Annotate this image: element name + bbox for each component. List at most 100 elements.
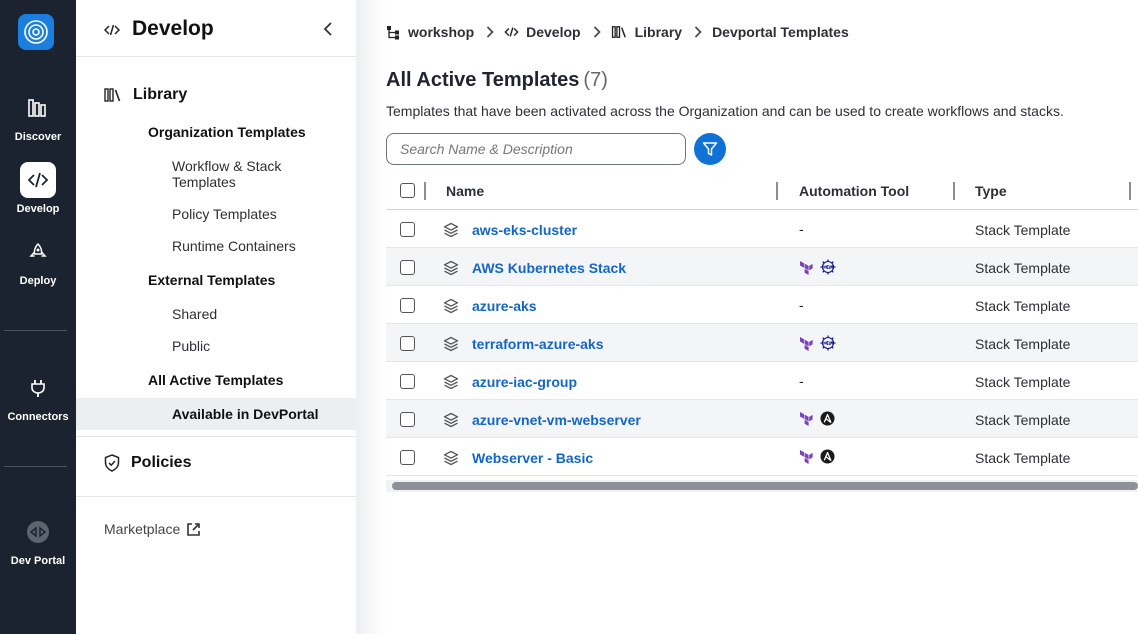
sidebar-item-public[interactable]: Public bbox=[172, 338, 210, 354]
template-name-link[interactable]: Webserver - Basic bbox=[472, 450, 593, 466]
template-name-link[interactable]: aws-eks-cluster bbox=[472, 222, 577, 238]
table-row[interactable]: AWS Kubernetes Stack Stack Template bbox=[386, 248, 1138, 286]
sidebar-group-org-templates[interactable]: Organization Templates bbox=[148, 124, 306, 140]
sidebar-item-policy-templates[interactable]: Policy Templates bbox=[172, 206, 277, 222]
row-checkbox[interactable] bbox=[400, 336, 415, 351]
terraform-icon bbox=[800, 412, 813, 426]
terraform-icon bbox=[800, 450, 813, 464]
table-row[interactable]: azure-vnet-vm-webserver Stack Template bbox=[386, 400, 1138, 438]
layers-icon bbox=[443, 298, 459, 314]
rail-item-discover[interactable]: Discover bbox=[0, 90, 76, 143]
sidebar-item-shared[interactable]: Shared bbox=[172, 306, 217, 322]
filter-icon bbox=[702, 142, 718, 156]
sidebar-section-library[interactable]: Library bbox=[104, 86, 187, 104]
sidebar-divider bbox=[76, 496, 356, 497]
templates-table: Name Automation Tool Type aws-eks-cluste… bbox=[386, 172, 1138, 476]
automation-tool-cell bbox=[799, 259, 843, 275]
marketplace-link[interactable]: Marketplace bbox=[104, 521, 201, 537]
search-input[interactable] bbox=[386, 133, 686, 165]
row-checkbox[interactable] bbox=[400, 298, 415, 313]
sidebar-group-all-active[interactable]: All Active Templates bbox=[148, 372, 283, 388]
template-type-cell: Stack Template bbox=[975, 374, 1071, 390]
breadcrumb-workshop-label: workshop bbox=[408, 24, 475, 40]
helm-icon bbox=[820, 259, 836, 275]
automation-tool-cell: - bbox=[799, 297, 804, 313]
collapse-sidebar-button[interactable] bbox=[320, 20, 336, 38]
library-icon bbox=[104, 88, 121, 102]
table-row[interactable]: azure-aks - Stack Template bbox=[386, 286, 1138, 324]
library-icon bbox=[611, 26, 626, 38]
rail-label-deploy: Deploy bbox=[19, 275, 57, 287]
sidebar-divider bbox=[76, 436, 356, 437]
breadcrumb-develop[interactable]: Develop bbox=[504, 24, 581, 40]
sidebar-group-external-templates[interactable]: External Templates bbox=[148, 272, 275, 288]
sidebar-item-workflow-stack-templates[interactable]: Workflow & Stack Templates bbox=[172, 158, 342, 190]
rail-item-dev-portal[interactable]: Dev Portal bbox=[0, 514, 76, 567]
rail-label-develop: Develop bbox=[16, 203, 60, 215]
code-icon bbox=[27, 172, 49, 188]
column-separator[interactable] bbox=[953, 182, 955, 200]
chevron-right-icon bbox=[593, 26, 601, 38]
row-checkbox[interactable] bbox=[400, 222, 415, 237]
table-body: aws-eks-cluster - Stack Template AWS Kubern… bbox=[386, 210, 1138, 476]
terraform-icon bbox=[800, 260, 813, 275]
sidebar-item-available-in-devportal[interactable]: Available in DevPortal bbox=[172, 406, 319, 422]
table-header: Name Automation Tool Type bbox=[386, 172, 1138, 210]
rail-item-connectors[interactable]: Connectors bbox=[0, 370, 76, 423]
sidebar-section-policies[interactable]: Policies bbox=[104, 454, 191, 472]
chevron-left-icon bbox=[323, 22, 332, 36]
breadcrumb-separator bbox=[486, 26, 494, 38]
app-logo[interactable] bbox=[18, 14, 54, 50]
template-name-link[interactable]: azure-iac-group bbox=[472, 374, 577, 390]
row-checkbox[interactable] bbox=[400, 412, 415, 427]
horizontal-scrollbar[interactable] bbox=[392, 482, 1138, 490]
develop-sidebar: Develop Library Organization Templates W… bbox=[76, 0, 356, 634]
template-type-cell: Stack Template bbox=[975, 222, 1071, 238]
row-checkbox[interactable] bbox=[400, 374, 415, 389]
row-checkbox[interactable] bbox=[400, 260, 415, 275]
sidebar-item-runtime-containers[interactable]: Runtime Containers bbox=[172, 238, 296, 254]
column-separator[interactable] bbox=[776, 182, 778, 200]
automation-tool-cell bbox=[799, 449, 842, 464]
column-separator[interactable] bbox=[1129, 182, 1131, 200]
template-name-link[interactable]: terraform-azure-aks bbox=[472, 336, 604, 352]
filter-button[interactable] bbox=[694, 133, 726, 165]
layers-icon bbox=[443, 412, 459, 428]
template-count: (7) bbox=[583, 69, 608, 91]
breadcrumb-workshop[interactable]: workshop bbox=[386, 24, 474, 40]
marketplace-label: Marketplace bbox=[104, 521, 181, 537]
sidebar-header: Develop bbox=[76, 0, 356, 57]
row-checkbox[interactable] bbox=[400, 450, 415, 465]
table-row[interactable]: Webserver - Basic Stack Template bbox=[386, 438, 1138, 476]
template-type-cell: Stack Template bbox=[975, 412, 1071, 428]
column-separator[interactable] bbox=[424, 182, 426, 200]
page-description: Templates that have been activated acros… bbox=[386, 103, 1064, 119]
table-row[interactable]: aws-eks-cluster - Stack Template bbox=[386, 210, 1138, 248]
breadcrumb-develop-label: Develop bbox=[526, 24, 581, 40]
sidebar-library-label: Library bbox=[133, 86, 188, 103]
rail-item-develop[interactable]: Develop bbox=[0, 162, 76, 215]
breadcrumb-library[interactable]: Library bbox=[611, 24, 682, 40]
rail-label-dev-portal: Dev Portal bbox=[10, 555, 66, 567]
column-header-type[interactable]: Type bbox=[975, 183, 1007, 199]
layers-icon bbox=[443, 260, 459, 276]
select-all-checkbox[interactable] bbox=[400, 183, 415, 198]
rail-label-connectors: Connectors bbox=[7, 411, 69, 423]
page-title-text: All Active Templates bbox=[386, 69, 580, 91]
column-header-automation-tool[interactable]: Automation Tool bbox=[799, 183, 909, 199]
template-name-link[interactable]: azure-aks bbox=[472, 298, 537, 314]
breadcrumb-separator bbox=[694, 26, 702, 38]
sidebar-title: Develop bbox=[132, 17, 214, 40]
table-row[interactable]: azure-iac-group - Stack Template bbox=[386, 362, 1138, 400]
layers-icon bbox=[443, 450, 459, 466]
rail-item-deploy[interactable]: Deploy bbox=[0, 234, 76, 287]
rail-divider bbox=[4, 466, 67, 467]
shield-check-icon bbox=[104, 454, 120, 472]
template-name-link[interactable]: AWS Kubernetes Stack bbox=[472, 260, 626, 276]
column-header-name[interactable]: Name bbox=[446, 183, 484, 199]
chevron-right-icon bbox=[487, 26, 494, 38]
logo-icon bbox=[24, 20, 48, 44]
chevron-right-icon bbox=[694, 26, 702, 38]
table-row[interactable]: terraform-azure-aks Stack Template bbox=[386, 324, 1138, 362]
template-name-link[interactable]: azure-vnet-vm-webserver bbox=[472, 412, 641, 428]
